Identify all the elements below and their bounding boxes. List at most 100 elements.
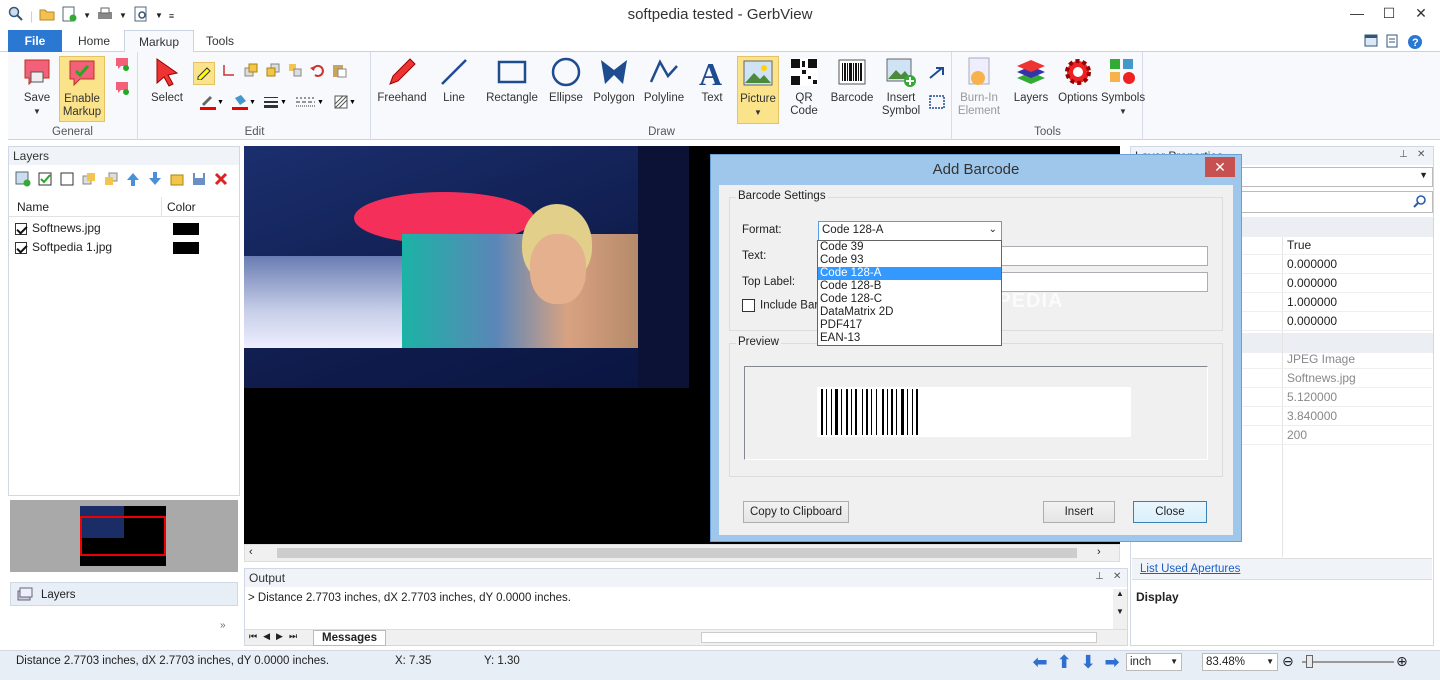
format-option[interactable]: DataMatrix 2D	[818, 306, 1001, 319]
maximize-button[interactable]: ☐	[1374, 0, 1404, 26]
add-markup-icon[interactable]	[112, 56, 132, 76]
text-button[interactable]: A Text	[692, 56, 732, 105]
output-horizontal-scrollbar[interactable]	[701, 632, 1097, 643]
layers-button[interactable]: Layers	[1009, 56, 1053, 105]
pan-down-arrow-icon[interactable]: ⬇	[1078, 653, 1098, 671]
pin-icon[interactable]: ⊥	[1399, 149, 1408, 160]
line-button[interactable]: Line	[434, 56, 474, 105]
window-layout-icon[interactable]	[1364, 34, 1378, 53]
dialog-close-button[interactable]: ✕	[1205, 157, 1235, 177]
copy-layer-icon[interactable]	[81, 171, 97, 190]
layer-row[interactable]: Softpedia 1.jpg	[15, 238, 235, 257]
line-style-icon[interactable]: ▼	[295, 94, 325, 113]
undo-icon[interactable]	[309, 62, 325, 85]
zoom-select[interactable]: 83.48% ▼	[1202, 653, 1278, 671]
save-layer-icon[interactable]	[191, 171, 207, 190]
picture-button[interactable]: Picture ▼	[737, 56, 779, 124]
format-option-selected[interactable]: Code 128-A	[818, 267, 1001, 280]
format-select[interactable]: Code 128-A ⌄	[818, 221, 1002, 241]
document-icon[interactable]	[1386, 34, 1399, 53]
highlight-pen-icon[interactable]	[193, 62, 215, 85]
close-panel-icon[interactable]: ✕	[1417, 149, 1425, 160]
barcode-button[interactable]: Barcode	[828, 56, 876, 105]
format-option[interactable]: PDF417	[818, 319, 1001, 332]
viewport-rectangle[interactable]	[80, 516, 166, 556]
format-option[interactable]: Code 39	[818, 241, 1001, 254]
canvas-horizontal-scrollbar[interactable]: ‹ ›	[244, 544, 1120, 562]
burn-in-element-button[interactable]: Burn-In Element	[957, 56, 1001, 118]
zoom-slider-thumb[interactable]	[1306, 655, 1313, 668]
zoom-out-icon[interactable]: ⊖	[1282, 653, 1294, 670]
format-option[interactable]: Code 93	[818, 254, 1001, 267]
scroll-left-arrow-icon[interactable]: ‹	[249, 546, 253, 558]
zoom-slider[interactable]	[1302, 655, 1394, 668]
close-button[interactable]: Close	[1133, 501, 1207, 523]
tab-messages[interactable]: Messages	[313, 630, 386, 646]
send-back-icon[interactable]	[265, 62, 281, 85]
line-width-icon[interactable]: ▼	[263, 94, 287, 113]
layer-color-swatch[interactable]	[173, 223, 199, 235]
delete-layer-icon[interactable]	[213, 171, 229, 190]
tab-tools[interactable]: Tools	[192, 30, 248, 52]
format-option[interactable]: EAN-13	[818, 332, 1001, 345]
add-layer-icon[interactable]	[15, 171, 31, 190]
fill-color-icon[interactable]: ▼	[231, 94, 256, 113]
move-down-icon[interactable]	[147, 171, 163, 190]
marquee-select-icon[interactable]	[928, 94, 946, 113]
pan-left-arrow-icon[interactable]: ⬅	[1030, 653, 1050, 671]
polygon-button[interactable]: Polygon	[590, 56, 638, 105]
options-button[interactable]: Options	[1055, 56, 1101, 105]
list-used-apertures-link[interactable]: List Used Apertures	[1140, 563, 1240, 575]
layer-color-swatch[interactable]	[173, 242, 199, 254]
check-all-icon[interactable]	[37, 171, 53, 190]
draw-arrow-icon[interactable]	[928, 64, 946, 83]
pan-up-arrow-icon[interactable]: ⬆	[1054, 653, 1074, 671]
merge-layer-icon[interactable]	[103, 171, 119, 190]
bring-front-icon[interactable]	[243, 62, 259, 85]
select-button[interactable]: Select	[145, 56, 189, 105]
group-icon[interactable]	[287, 62, 303, 85]
hatch-icon[interactable]: ▼	[333, 94, 357, 113]
layer-properties-icon[interactable]	[169, 171, 185, 190]
include-checkbox[interactable]	[742, 299, 755, 312]
layer-visible-checkbox[interactable]	[15, 222, 27, 235]
layer-visible-checkbox[interactable]	[15, 241, 27, 254]
ellipse-button[interactable]: Ellipse	[546, 56, 586, 105]
pin-icon[interactable]: ⊥	[1095, 571, 1104, 582]
save-button[interactable]: Save ▼	[18, 56, 56, 118]
qr-code-button[interactable]: QR Code	[784, 56, 824, 118]
close-panel-icon[interactable]: ✕	[1113, 571, 1121, 582]
tab-markup[interactable]: Markup	[124, 30, 195, 53]
unit-select[interactable]: inch ▼	[1126, 653, 1182, 671]
tab-nav-arrows[interactable]: ⏮◀▶⏭	[249, 631, 303, 642]
corner-icon[interactable]	[221, 62, 237, 85]
remove-markup-icon[interactable]	[112, 80, 132, 100]
pan-right-arrow-icon[interactable]: ➡	[1102, 653, 1122, 671]
column-color-header[interactable]: Color	[167, 200, 196, 214]
help-icon[interactable]: ?	[1407, 34, 1423, 53]
navigator-thumbnail[interactable]	[10, 500, 238, 572]
paste-icon[interactable]	[331, 62, 347, 85]
column-name-header[interactable]: Name	[17, 200, 49, 214]
format-option[interactable]: Code 128-C	[818, 293, 1001, 306]
uncheck-all-icon[interactable]	[59, 171, 75, 190]
line-color-icon[interactable]: ▼	[199, 94, 224, 113]
scroll-right-arrow-icon[interactable]: ›	[1097, 546, 1101, 558]
insert-button[interactable]: Insert	[1043, 501, 1115, 523]
zoom-in-icon[interactable]: ⊕	[1396, 653, 1408, 670]
minimize-button[interactable]: —	[1342, 0, 1372, 26]
layers-bottom-tab[interactable]: Layers	[10, 582, 238, 606]
close-window-button[interactable]: ✕	[1406, 0, 1436, 26]
rectangle-button[interactable]: Rectangle	[482, 56, 542, 105]
enable-markup-button[interactable]: Enable Markup	[59, 56, 105, 122]
move-up-icon[interactable]	[125, 171, 141, 190]
output-vertical-scrollbar[interactable]: ▲ ▼	[1113, 589, 1127, 629]
format-dropdown-list[interactable]: Code 39 Code 93 Code 128-A Code 128-B Co…	[817, 240, 1002, 346]
layer-row[interactable]: Softnews.jpg	[15, 219, 235, 238]
freehand-button[interactable]: Freehand	[376, 56, 428, 105]
symbols-button[interactable]: Symbols ▼	[1101, 56, 1145, 118]
scrollbar-thumb[interactable]	[277, 548, 1077, 558]
tab-home[interactable]: Home	[64, 30, 124, 52]
insert-symbol-button[interactable]: Insert Symbol	[880, 56, 922, 118]
expand-chevron-icon[interactable]: »	[220, 620, 226, 631]
